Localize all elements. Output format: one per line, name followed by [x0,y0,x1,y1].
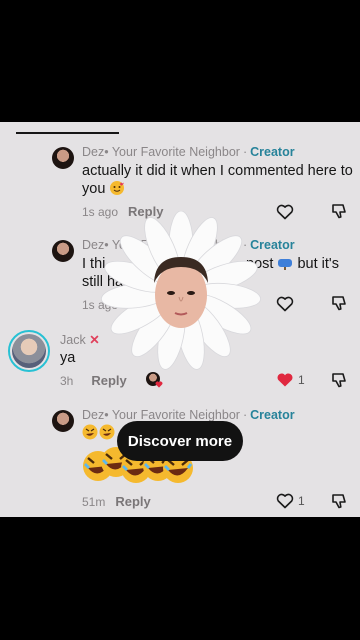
heart-outline-icon[interactable] [276,204,294,220]
reply-button[interactable]: Reply [115,494,150,509]
timestamp: 3h [60,374,74,388]
author-name[interactable]: Dez• Your Favorite Neighbor [82,408,240,422]
x-mark-icon: ✕ [89,333,100,347]
author-name[interactable]: Jack [60,333,86,347]
heart-filled-icon [277,373,293,387]
like-button[interactable]: 1 [276,372,305,388]
smiling-hearts-emoji-icon [110,181,125,195]
discover-more-button[interactable]: Discover more [117,421,243,461]
comment-header: Dez• Your Favorite Neighbor·Creator [82,145,295,159]
comment-header: Dez• Your Favorite Neighbor·Creator [82,408,295,422]
avatar[interactable] [52,410,74,432]
progress-bar [16,132,119,134]
author-name[interactable]: Dez• Your Favorite Neighbor [82,145,240,159]
timestamp: 51m [82,495,106,509]
creator-badge: Creator [250,408,295,422]
dislike-icon[interactable] [330,371,348,389]
rolling-laughing-emoji-icon [82,424,98,440]
laughing-emoji-row-small [82,424,115,440]
dislike-icon[interactable] [330,492,348,510]
comment-meta: 51m Reply [82,494,151,509]
reply-button[interactable]: Reply [91,373,126,388]
comment-text: actually it did it when I commented here… [82,163,353,197]
comment-header: Jack ✕ [60,332,100,347]
daisy-face-sticker [101,211,261,370]
mailbox-emoji-icon [278,259,293,270]
heart-outline-icon[interactable] [276,296,294,312]
dislike-icon[interactable] [330,294,348,312]
avatar[interactable] [52,147,74,169]
rolling-laughing-emoji-icon [99,424,115,440]
dislike-icon[interactable] [330,202,348,220]
comment-text-continued: post but it's [246,256,339,272]
like-count: 1 [298,494,305,508]
avatar[interactable] [52,240,74,262]
like-count: 1 [298,373,305,387]
avatar[interactable] [8,330,50,372]
creator-heart-icon [155,381,163,388]
creator-badge: Creator [250,145,295,159]
like-button[interactable]: 1 [276,493,305,509]
heart-outline-icon [276,493,294,509]
comment-meta: 3h Reply [60,373,127,388]
